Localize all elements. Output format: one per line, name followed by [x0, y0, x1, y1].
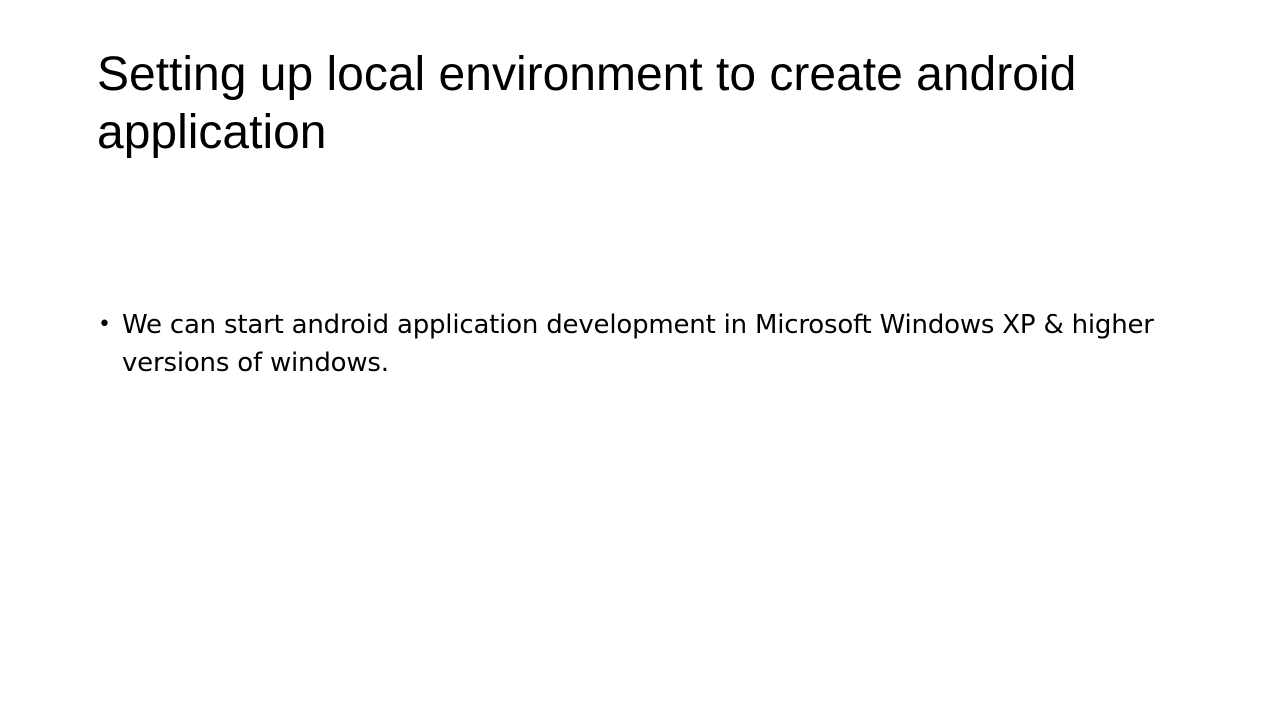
- bullet-list: • We can start android application devel…: [98, 306, 1183, 382]
- bullet-dot-icon: •: [98, 312, 111, 337]
- bullet-item: • We can start android application devel…: [98, 306, 1183, 382]
- bullet-text: We can start android application develop…: [122, 310, 1154, 378]
- slide: Setting up local environment to create a…: [0, 0, 1280, 720]
- slide-title: Setting up local environment to create a…: [97, 48, 1077, 159]
